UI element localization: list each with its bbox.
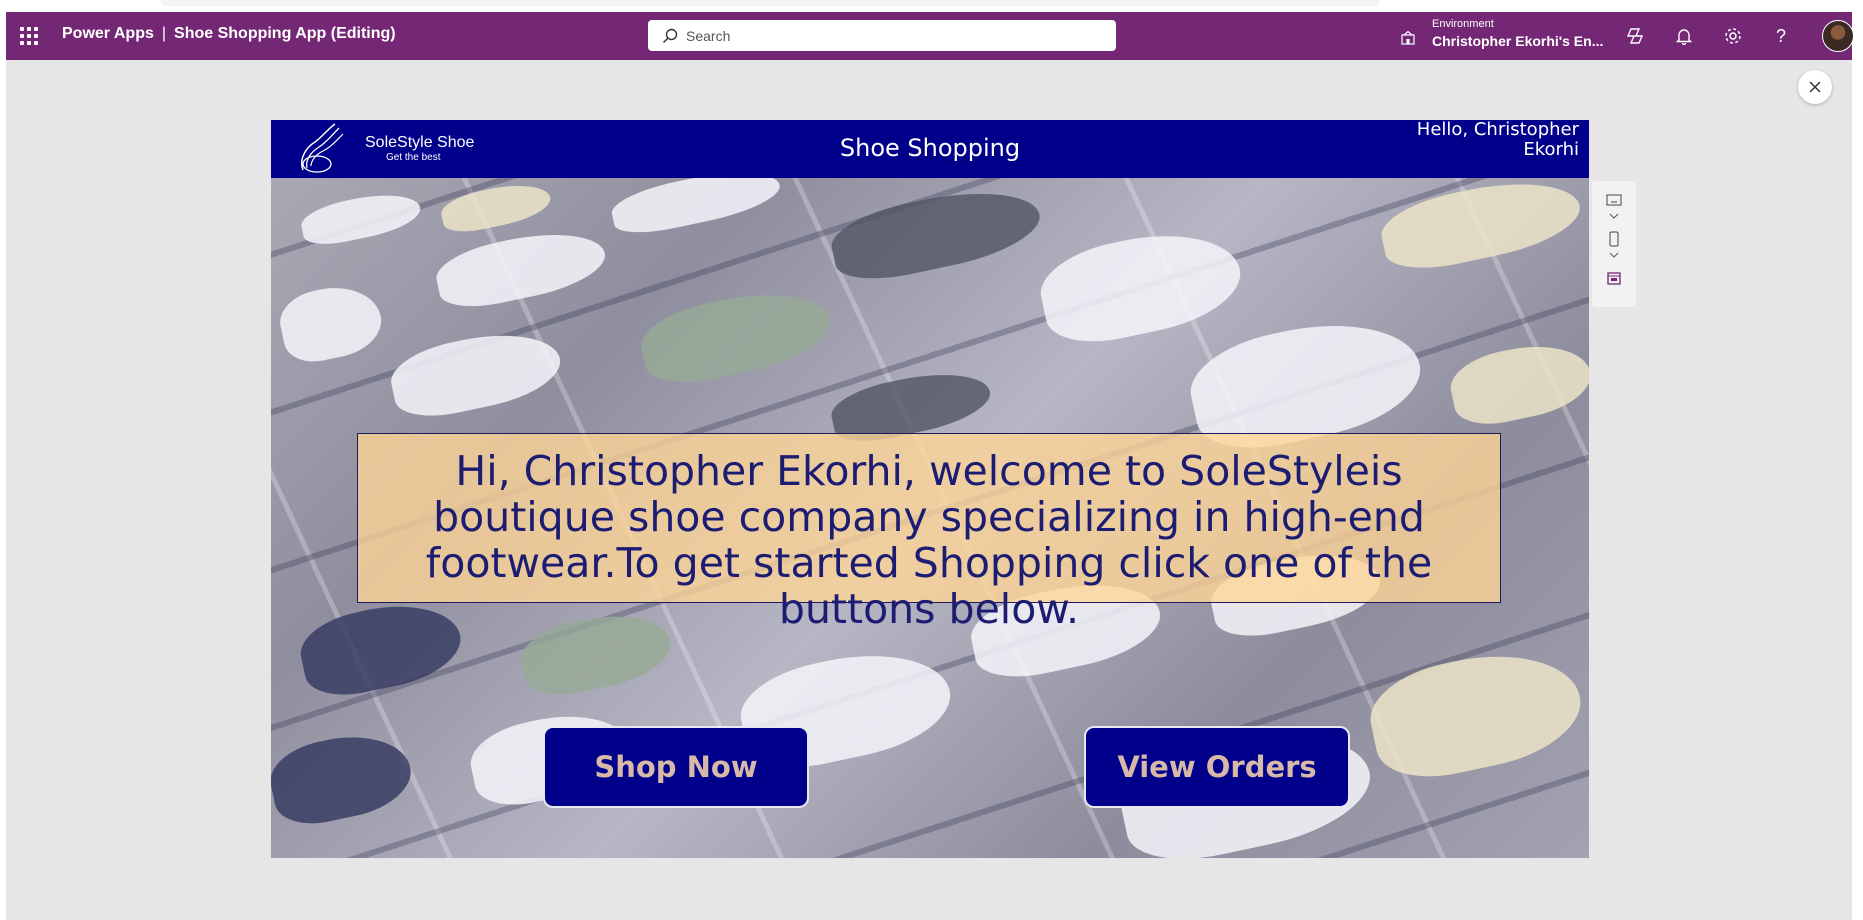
phone-icon[interactable] (1606, 231, 1622, 247)
calendar-icon[interactable] (1606, 270, 1622, 286)
bell-icon[interactable] (1672, 24, 1696, 48)
copilot-icon[interactable] (1623, 24, 1647, 48)
top-strip (160, 0, 1380, 6)
environment-icon (1401, 30, 1415, 45)
breadcrumb-separator: | (161, 25, 167, 42)
app-name[interactable]: Power Apps (62, 25, 154, 42)
welcome-message: Hi, Christopher Ekorhi, welcome to SoleS… (357, 433, 1501, 632)
side-toolbar (1592, 181, 1636, 307)
gear-icon[interactable] (1721, 24, 1745, 48)
shop-now-button[interactable]: Shop Now (543, 726, 809, 808)
close-icon (1809, 81, 1821, 93)
app-canvas: SoleStyle Shoe Get the best Shoe Shoppin… (271, 120, 1589, 858)
avatar[interactable] (1822, 20, 1854, 52)
user-greeting: Hello, Christopher Ekorhi (1416, 120, 1579, 160)
chevron-down-icon[interactable] (1606, 247, 1622, 263)
search-input[interactable]: Search (648, 20, 1116, 51)
view-orders-button[interactable]: View Orders (1084, 726, 1350, 808)
close-button[interactable] (1798, 70, 1832, 104)
app-header: SoleStyle Shoe Get the best Shoe Shoppin… (271, 120, 1589, 178)
waffle-icon[interactable] (20, 27, 38, 45)
search-icon (662, 28, 678, 43)
help-icon[interactable]: ? (1769, 24, 1793, 48)
environment-name: Christopher Ekorhi's En... (1432, 33, 1604, 49)
doc-title: Shoe Shopping App (Editing) (174, 25, 396, 42)
chevron-down-icon[interactable] (1606, 208, 1622, 224)
search-placeholder: Search (686, 27, 731, 44)
top-bar: Power Apps | Shoe Shopping App (Editing) S… (6, 12, 1854, 60)
screen-icon[interactable] (1606, 193, 1622, 209)
environment-label: Environment (1432, 18, 1494, 30)
breadcrumb: Power Apps | Shoe Shopping App (Editing) (62, 25, 396, 43)
